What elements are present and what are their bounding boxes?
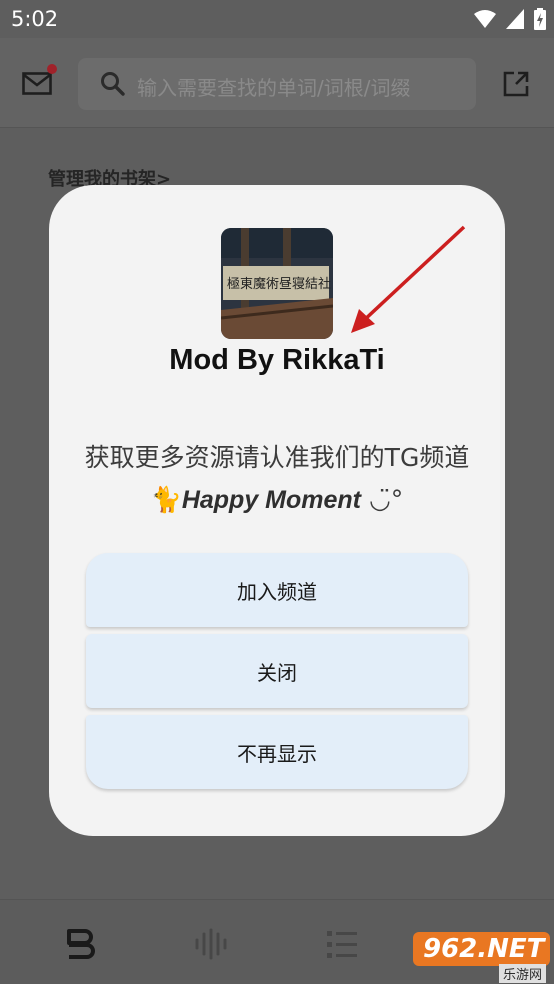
wifi-icon <box>474 10 496 28</box>
search-placeholder: 输入需要查找的单词/词根/词缀 <box>137 76 411 100</box>
nav-list[interactable] <box>322 925 362 963</box>
audio-waveform-icon <box>195 928 227 960</box>
notification-dot <box>47 64 57 74</box>
search-icon <box>101 72 125 96</box>
list-icon <box>327 931 357 958</box>
bookshelf-icon <box>67 929 95 959</box>
dialog-message: 获取更多资源请认准我们的TG频道 🐈Happy Moment ◡̈° <box>79 437 475 521</box>
channel-name: Happy Moment <box>181 486 362 514</box>
cat-emoji-icon: 🐈 <box>150 485 182 514</box>
close-button[interactable]: 关闭 <box>86 634 468 708</box>
status-bar: 5:02 <box>0 0 554 38</box>
svg-text:極東魔術昼寝結社: 極東魔術昼寝結社 <box>227 276 331 292</box>
watermark-sub: 乐游网 <box>498 964 546 983</box>
cellular-signal-icon <box>506 9 524 29</box>
search-input[interactable]: 输入需要查找的单词/词根/词缀 <box>78 58 476 110</box>
watermark: 962.NET 乐游网 <box>413 932 550 983</box>
join-channel-button[interactable]: 加入频道 <box>86 553 468 627</box>
red-arrow-annotation <box>351 225 466 333</box>
message-text: 获取更多资源请认准我们的TG频道 <box>84 443 470 472</box>
dialog-title: Mod By RikkaTi <box>169 344 385 376</box>
mail-button[interactable] <box>22 64 57 98</box>
status-icons <box>474 8 546 30</box>
mail-icon <box>22 72 52 95</box>
open-external-button[interactable] <box>502 70 530 98</box>
never-show-button[interactable]: 不再显示 <box>86 715 468 789</box>
watermark-logo: 962.NET <box>413 932 550 966</box>
battery-icon <box>534 8 546 30</box>
dialog-avatar-image: 極東魔術昼寝結社 <box>221 228 333 339</box>
nav-audio[interactable] <box>191 925 231 963</box>
status-time: 5:02 <box>11 7 59 31</box>
open-external-icon <box>503 71 529 97</box>
mod-dialog: 極東魔術昼寝結社 Mod By RikkaTi 获取更多资源请认准我们的TG频道… <box>49 185 505 836</box>
nav-bookshelf[interactable] <box>60 925 100 963</box>
smiley-text: ◡̈° <box>368 485 404 514</box>
app-header: 输入需要查找的单词/词根/词缀 <box>0 38 554 128</box>
